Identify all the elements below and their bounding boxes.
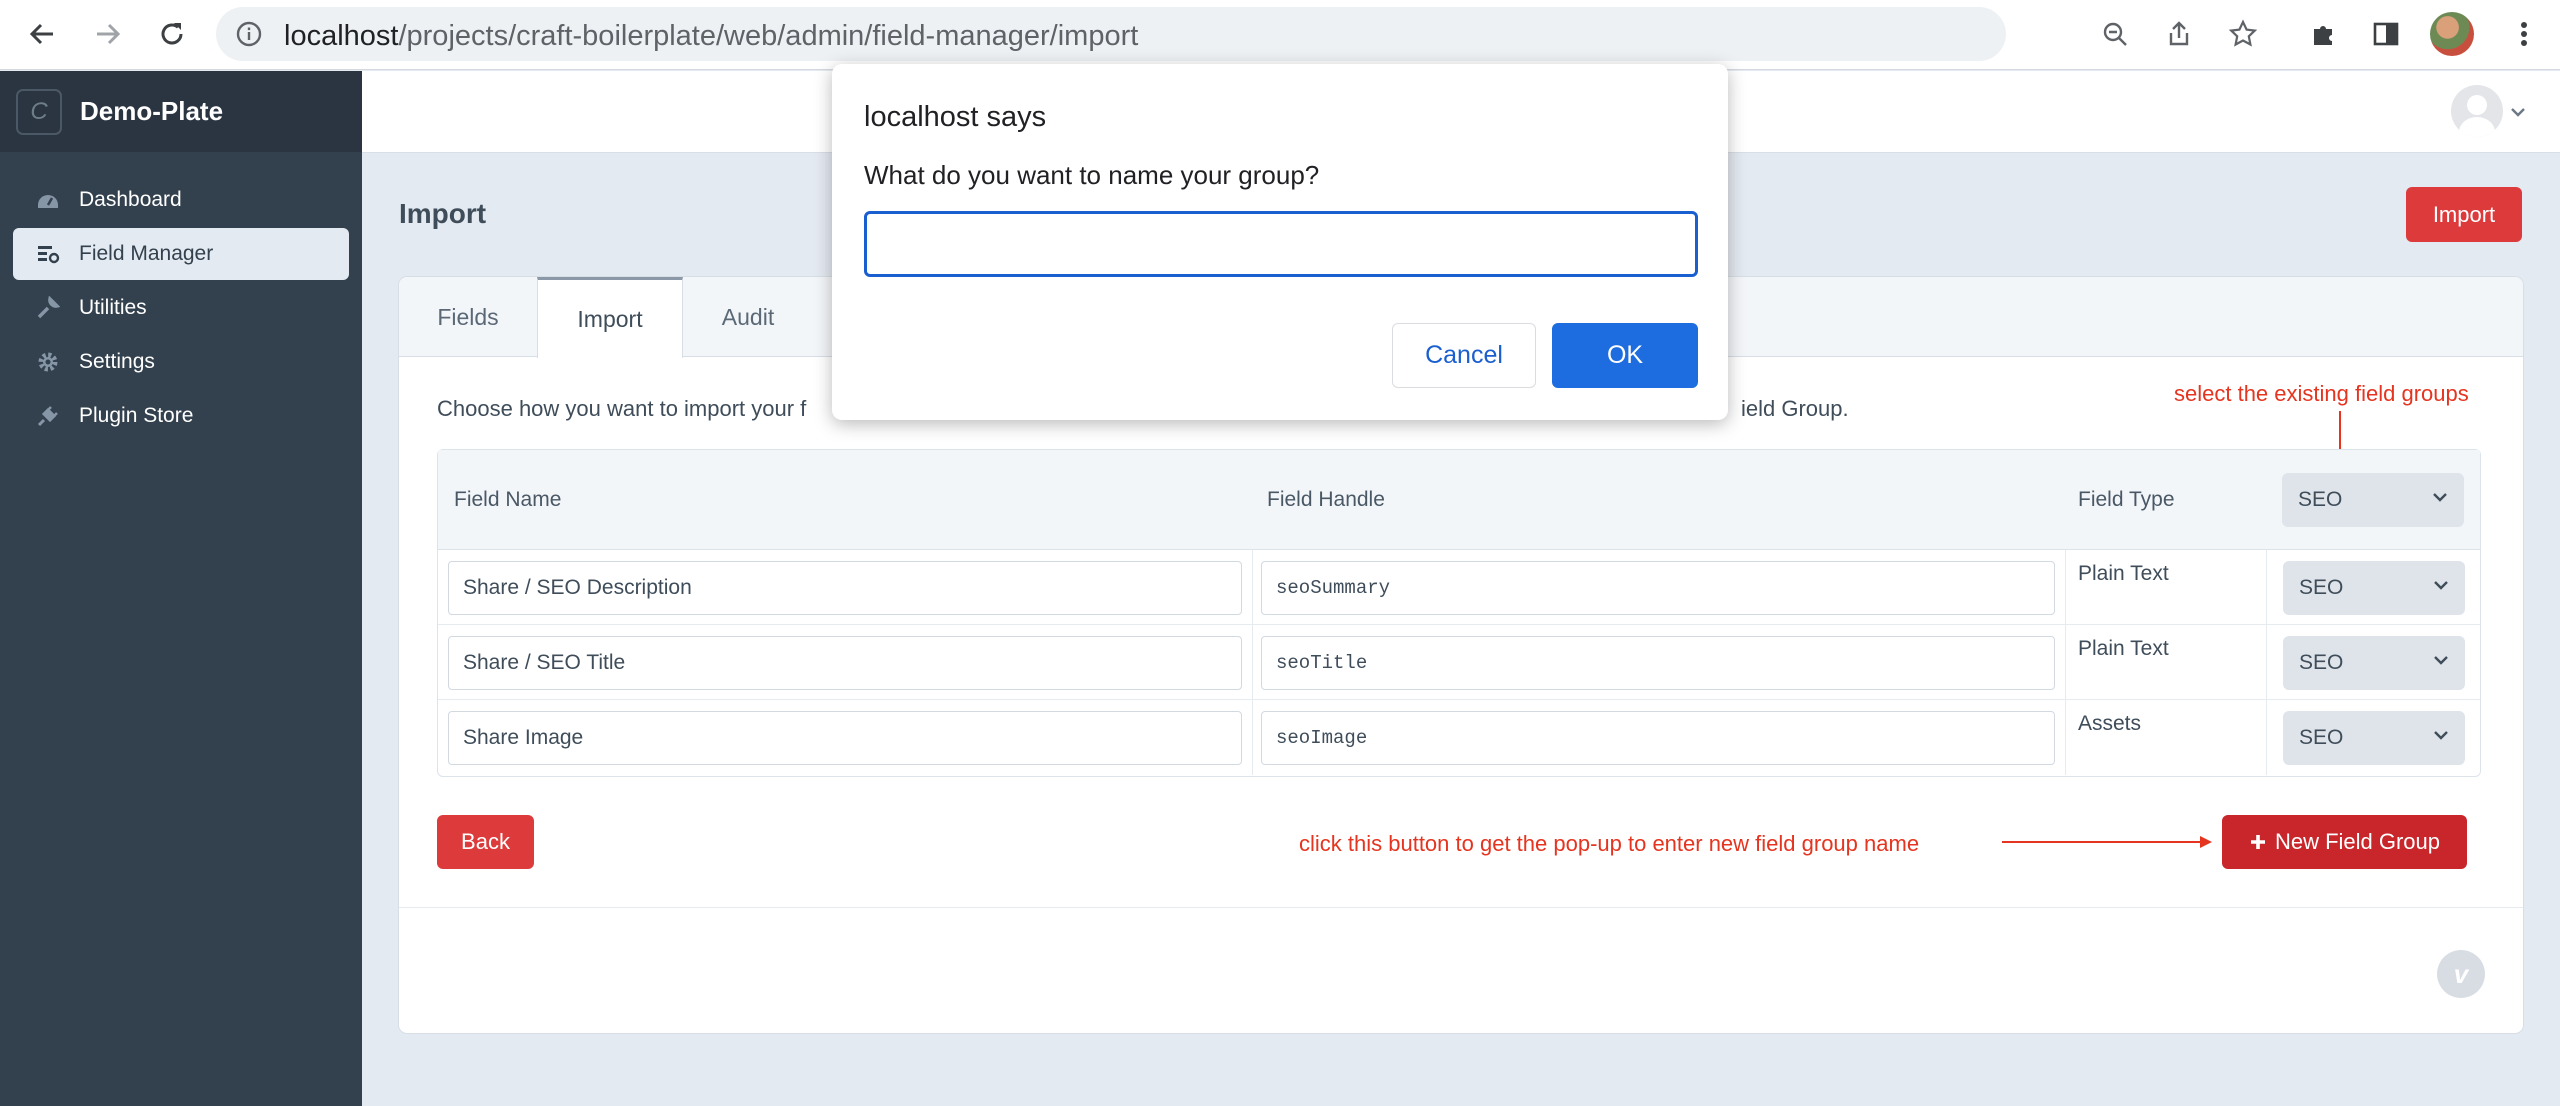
site-info-icon[interactable] (236, 21, 262, 52)
table-row: Share Image seoImage Assets SEO (438, 700, 2480, 775)
prompt-dialog: localhost says What do you want to name … (832, 64, 1728, 420)
group-name-input[interactable] (864, 211, 1698, 277)
extensions-puzzle-icon[interactable] (2306, 16, 2342, 52)
dialog-message: What do you want to name your group? (864, 160, 1320, 190)
user-avatar[interactable] (2451, 85, 2503, 137)
select-value: SEO (2299, 576, 2344, 599)
plug-icon (35, 403, 61, 429)
sidebar-item-field-manager[interactable]: Field Manager (13, 228, 349, 280)
site-brand[interactable]: C Demo-Plate (0, 71, 362, 152)
tab-audit[interactable]: Audit (683, 277, 813, 357)
select-value: SEO (2299, 726, 2344, 749)
field-type: Plain Text (2078, 562, 2169, 585)
table-header: Field Name Field Handle Field Type SEO (438, 450, 2480, 550)
browser-profile-avatar[interactable] (2430, 12, 2474, 56)
field-name-input[interactable]: Share Image (448, 711, 1242, 765)
field-name-input[interactable]: Share / SEO Description (448, 561, 1242, 615)
site-logo: C (16, 88, 62, 135)
field-handle-input[interactable]: seoSummary (1261, 561, 2055, 615)
column-header-field-name: Field Name (454, 488, 562, 511)
sidebar-item-utilities[interactable]: Utilities (13, 282, 349, 334)
dashboard-icon (35, 187, 61, 213)
tab-fields[interactable]: Fields (399, 277, 537, 357)
table-row: Share / SEO Title seoTitle Plain Text SE… (438, 625, 2480, 700)
verbb-logo-icon: v (2437, 950, 2485, 998)
field-manager-icon (35, 241, 61, 267)
chevron-down-icon[interactable] (2510, 105, 2526, 123)
url-host: localhost (284, 20, 399, 52)
import-button[interactable]: Import (2406, 187, 2522, 242)
share-icon[interactable] (2164, 19, 2194, 49)
browser-toolbar: localhost/projects/craft-boilerplate/web… (0, 0, 2560, 70)
page-title: Import (399, 198, 487, 229)
plus-icon (2250, 835, 2265, 849)
header-group-select[interactable]: SEO (2282, 473, 2464, 527)
reload-icon[interactable] (152, 14, 192, 54)
select-value: SEO (2299, 651, 2344, 674)
field-group-select[interactable]: SEO (2283, 561, 2465, 615)
address-bar[interactable]: localhost/projects/craft-boilerplate/web… (216, 7, 2258, 61)
intro-text-start: Choose how you want to import your f (437, 396, 807, 421)
annotation-arrow-right-icon (2002, 836, 2212, 848)
dialog-title: localhost says (864, 101, 1047, 133)
browser-menu-icon[interactable] (2506, 16, 2542, 52)
sidebar-item-label: Utilities (79, 296, 147, 319)
field-name-input[interactable]: Share / SEO Title (448, 636, 1242, 690)
sidebar-item-label: Dashboard (79, 188, 182, 211)
column-header-field-handle: Field Handle (1267, 488, 1385, 511)
chevron-down-icon (2434, 581, 2448, 590)
select-value: SEO (2298, 488, 2343, 511)
field-group-select[interactable]: SEO (2283, 711, 2465, 765)
user-body-shape (2459, 117, 2495, 137)
ok-button[interactable]: OK (1552, 323, 1698, 388)
user-head-shape (2467, 95, 2487, 115)
divider (399, 907, 2523, 908)
annotation-new-group: click this button to get the pop-up to e… (1299, 831, 1920, 856)
chevron-down-icon (2434, 731, 2448, 740)
chevron-down-icon (2433, 493, 2447, 502)
field-type: Plain Text (2078, 637, 2169, 660)
table-row: Share / SEO Description seoSummary Plain… (438, 550, 2480, 625)
fields-table: Field Name Field Handle Field Type SEO S… (437, 449, 2481, 777)
intro-text-end: ield Group. (1741, 396, 1849, 421)
forward-arrow-icon[interactable] (88, 14, 128, 54)
sidebar-item-settings[interactable]: Settings (13, 336, 349, 388)
sidebar-item-label: Plugin Store (79, 404, 194, 427)
zoom-icon[interactable] (2100, 19, 2130, 49)
new-field-group-label: New Field Group (2274, 829, 2441, 854)
back-arrow-icon[interactable] (22, 14, 62, 54)
tab-import[interactable]: Import (537, 277, 683, 358)
back-button[interactable]: Back (437, 815, 534, 869)
wrench-icon (35, 295, 61, 321)
field-type: Assets (2078, 712, 2142, 735)
field-handle-input[interactable]: seoImage (1261, 711, 2055, 765)
url-text: localhost/projects/craft-boilerplate/web… (284, 20, 1138, 53)
site-name: Demo-Plate (80, 96, 224, 126)
cancel-button[interactable]: Cancel (1392, 323, 1536, 388)
url-path: /projects/craft-boilerplate/web/admin/fi… (398, 20, 1139, 52)
field-handle-input[interactable]: seoTitle (1261, 636, 2055, 690)
intro-text: Choose how you want to import your f ield… (437, 396, 1849, 422)
sidebar-item-plugin-store[interactable]: Plugin Store (13, 390, 349, 442)
sidebar-item-label: Field Manager (79, 242, 214, 265)
new-field-group-button[interactable]: New Field Group (2222, 815, 2467, 869)
gear-icon (35, 349, 61, 375)
annotation-select-groups: select the existing field groups (2174, 381, 2469, 406)
sidebar-item-label: Settings (79, 350, 155, 373)
column-header-field-type: Field Type (2078, 488, 2175, 511)
side-panel-icon[interactable] (2368, 16, 2404, 52)
sidebar-nav: Dashboard Field Manager Utilities Settin… (0, 152, 362, 442)
field-group-select[interactable]: SEO (2283, 636, 2465, 690)
bookmark-star-icon[interactable] (2228, 19, 2258, 49)
sidebar: C Demo-Plate Dashboard Field Manager Uti… (0, 71, 362, 1106)
sidebar-item-dashboard[interactable]: Dashboard (13, 174, 349, 226)
chevron-down-icon (2434, 656, 2448, 665)
